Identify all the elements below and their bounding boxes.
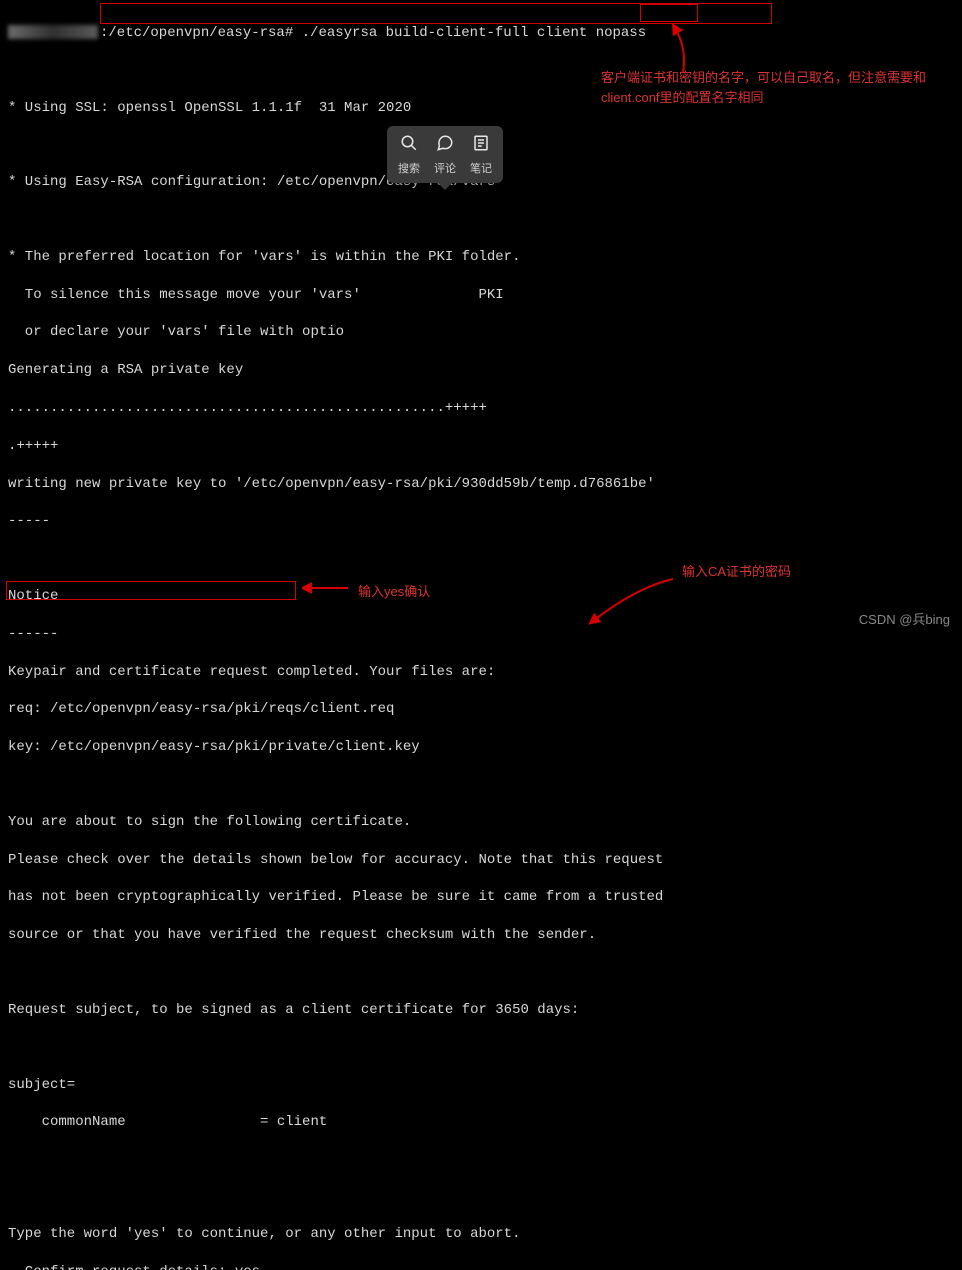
common-name-line: commonName = client	[8, 1113, 954, 1132]
verify-source-line: source or that you have verified the req…	[8, 926, 954, 945]
tooltip-search-label: 搜索	[398, 162, 420, 177]
divider-1: -----	[8, 512, 954, 531]
terminal-output: :/etc/openvpn/easy-rsa# ./easyrsa build-…	[8, 5, 954, 1270]
progress-2: .+++++	[8, 437, 954, 456]
notice-divider: ------	[8, 625, 954, 644]
vars-pref-line: * The preferred location for 'vars' is w…	[8, 248, 954, 267]
tooltip-search-button[interactable]: 搜索	[393, 134, 425, 177]
annotation-client-name-line2: client.conf里的配置名字相同	[601, 88, 951, 108]
req-path-line: req: /etc/openvpn/easy-rsa/pki/reqs/clie…	[8, 700, 954, 719]
generating-line: Generating a RSA private key	[8, 361, 954, 380]
note-icon	[472, 134, 490, 159]
declare-line: or declare your 'vars' file with optio	[8, 323, 954, 342]
context-tooltip: 搜索 评论 笔记	[387, 126, 503, 183]
confirm-line: Confirm request details: yes	[8, 1263, 954, 1270]
writing-key-line: writing new private key to '/etc/openvpn…	[8, 475, 954, 494]
command-text: ./easyrsa build-client-full client nopas…	[302, 25, 646, 41]
search-icon	[400, 134, 418, 159]
not-verified-line: has not been cryptographically verified.…	[8, 888, 954, 907]
keypair-line: Keypair and certificate request complete…	[8, 663, 954, 682]
watermark: CSDN @兵bing	[859, 611, 950, 629]
key-path-line: key: /etc/openvpn/easy-rsa/pki/private/c…	[8, 738, 954, 757]
tooltip-note-label: 笔记	[470, 162, 492, 177]
blurred-hostname	[8, 25, 98, 39]
sign-intro-line: You are about to sign the following cert…	[8, 813, 954, 832]
prompt-line: :/etc/openvpn/easy-rsa# ./easyrsa build-…	[8, 24, 954, 43]
tooltip-comment-button[interactable]: 评论	[429, 134, 461, 177]
annotation-ca-password: 输入CA证书的密码	[682, 562, 791, 582]
tooltip-note-button[interactable]: 笔记	[465, 134, 497, 177]
check-details-line: Please check over the details shown belo…	[8, 851, 954, 870]
type-yes-line: Type the word 'yes' to continue, or any …	[8, 1225, 954, 1244]
annotation-client-name: 客户端证书和密钥的名字，可以自己取名，但注意需要和 client.conf里的配…	[601, 68, 951, 107]
progress-1: ........................................…	[8, 399, 954, 418]
comment-icon	[436, 134, 454, 159]
subject-line: subject=	[8, 1076, 954, 1095]
annotation-yes-confirm: 输入yes确认	[358, 582, 430, 602]
prompt-path: :/etc/openvpn/easy-rsa#	[100, 25, 293, 41]
annotation-client-name-line1: 客户端证书和密钥的名字，可以自己取名，但注意需要和	[601, 68, 951, 88]
tooltip-comment-label: 评论	[434, 162, 456, 177]
silence-line: To silence this message move your 'vars'…	[8, 286, 954, 305]
request-subject-line: Request subject, to be signed as a clien…	[8, 1001, 954, 1020]
notice-header: Notice	[8, 587, 954, 606]
